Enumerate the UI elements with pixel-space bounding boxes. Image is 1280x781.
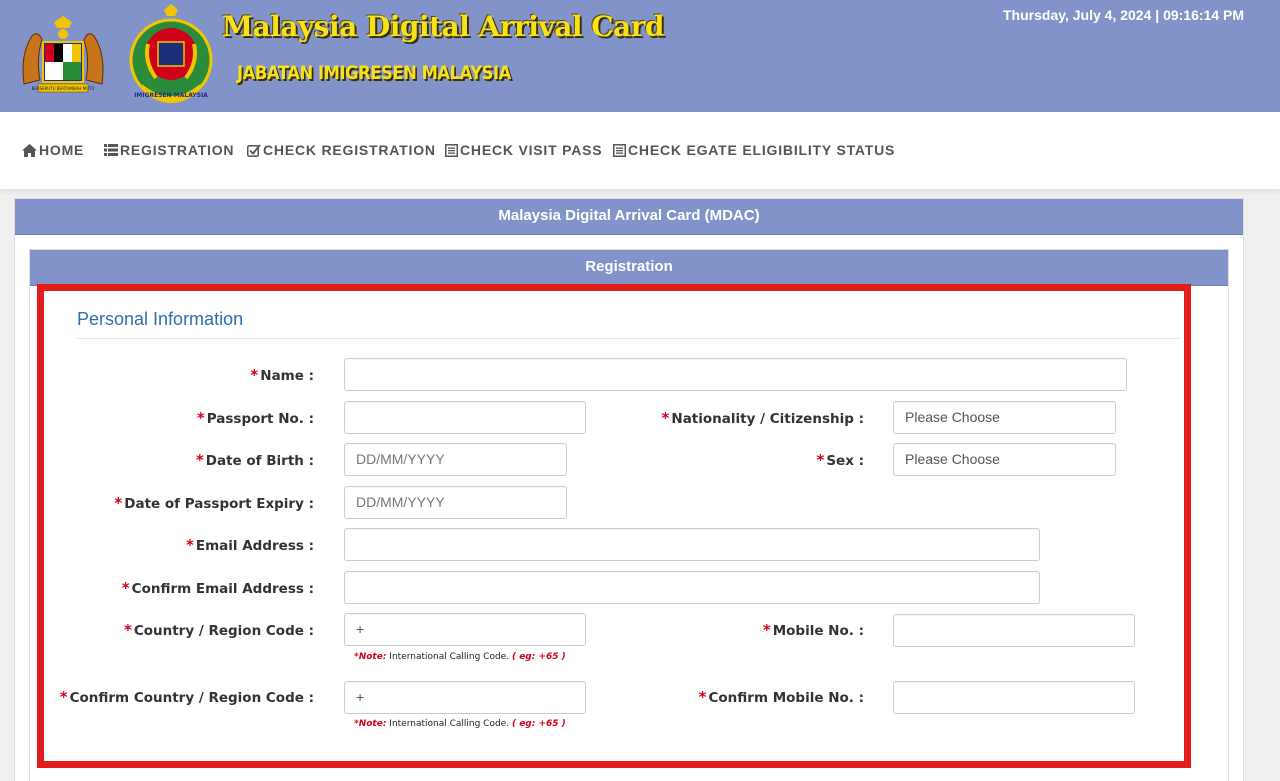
imm-logo-text: IMIGRESEN MALAYSIA — [134, 92, 208, 99]
nav-check-egate[interactable]: CHECK EGATE ELIGIBILITY STATUS — [613, 142, 895, 158]
current-datetime: Thursday, July 4, 2024 | 09:16:14 PM — [1003, 7, 1244, 23]
site-title: Malaysia Digital Arrival Card — [222, 10, 665, 43]
site-subtitle: JABATAN IMIGRESEN MALAYSIA — [237, 62, 511, 84]
dob-label: * Date of Birth : — [195, 451, 314, 469]
passport-no-input[interactable] — [344, 401, 586, 434]
mdac-panel-title: Malaysia Digital Arrival Card (MDAC) — [15, 199, 1243, 235]
nav-check-registration[interactable]: CHECK REGISTRATION — [247, 142, 436, 158]
nav-check-registration-label: CHECK REGISTRATION — [263, 142, 436, 158]
crest-motto: BERSEKUTU BERTAMBAH MUTU — [32, 86, 95, 91]
confirm-region-code-note: *Note: International Calling Code. ( eg:… — [354, 719, 566, 729]
dob-input[interactable]: DD/MM/YYYY — [344, 443, 567, 476]
name-input[interactable] — [344, 358, 1127, 391]
section-divider — [77, 338, 1180, 339]
confirm-email-label: * Confirm Email Address : — [121, 579, 314, 597]
registration-panel-title: Registration — [30, 250, 1228, 286]
passport-expiry-input[interactable]: DD/MM/YYYY — [344, 486, 567, 519]
nav-home-label: HOME — [39, 142, 85, 158]
home-icon — [22, 143, 37, 157]
nav-registration[interactable]: REGISTRATION — [104, 142, 234, 158]
nav-check-visit-pass-label: CHECK VISIT PASS — [460, 142, 603, 158]
nav-check-egate-label: CHECK EGATE ELIGIBILITY STATUS — [628, 142, 896, 158]
list-icon — [104, 144, 118, 156]
nationality-select[interactable]: Please Choose — [893, 401, 1116, 434]
nationality-label: * Nationality / Citizenship : — [661, 409, 864, 427]
confirm-region-code-label: * Confirm Country / Region Code : — [59, 688, 314, 706]
nav-registration-label: REGISTRATION — [120, 142, 235, 158]
passport-expiry-label: * Date of Passport Expiry : — [114, 494, 314, 512]
section-title: Personal Information — [77, 309, 244, 329]
header-banner: BERSEKUTU BERTAMBAH MUTU IMIGRESEN MALAY… — [0, 0, 1280, 112]
confirm-mobile-label: * Confirm Mobile No. : — [698, 688, 864, 706]
region-code-label: * Country / Region Code : — [123, 621, 314, 639]
check-square-icon — [247, 143, 261, 157]
confirm-mobile-input[interactable] — [893, 681, 1135, 714]
sex-label: * Sex : — [816, 451, 864, 469]
mobile-input[interactable] — [893, 614, 1135, 647]
immigration-logo-icon: IMIGRESEN MALAYSIA — [129, 4, 213, 103]
name-label: * Name : — [250, 366, 314, 384]
nav-check-visit-pass[interactable]: CHECK VISIT PASS — [445, 142, 602, 158]
region-code-input[interactable]: + — [344, 613, 586, 646]
confirm-email-input[interactable] — [344, 571, 1040, 604]
sex-select[interactable]: Please Choose — [893, 443, 1116, 476]
confirm-region-code-input[interactable]: + — [344, 681, 586, 714]
email-input[interactable] — [344, 528, 1040, 561]
document-icon — [445, 143, 458, 157]
nav-home[interactable]: HOME — [22, 142, 84, 158]
malaysia-coat-of-arms-icon: BERSEKUTU BERTAMBAH MUTU — [22, 16, 104, 93]
main-navbar: HOME REGISTRATION CHECK REGISTRATION CHE… — [0, 112, 1280, 190]
mobile-label: * Mobile No. : — [762, 621, 864, 639]
email-label: * Email Address : — [186, 536, 314, 554]
document-icon — [613, 143, 626, 157]
region-code-note: *Note: International Calling Code. ( eg:… — [354, 652, 566, 662]
passport-no-label: * Passport No. : — [196, 409, 314, 427]
